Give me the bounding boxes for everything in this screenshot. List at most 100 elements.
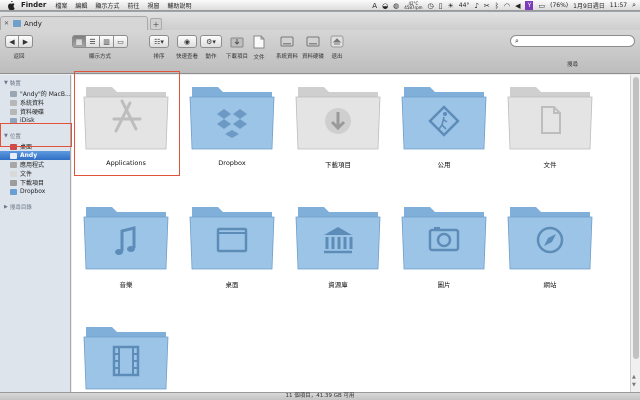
time-text[interactable]: 11:57 [610, 2, 627, 9]
sidebar-item-dropbox[interactable]: Dropbox [0, 187, 70, 196]
menu-view[interactable]: 顯示方式 [95, 1, 119, 10]
menu-app-finder[interactable]: Finder [21, 1, 46, 9]
action-button[interactable]: ⚙▾ [200, 35, 222, 48]
weather-icon[interactable]: ☀ [448, 1, 454, 10]
menu-help[interactable]: 輔助說明 [167, 1, 191, 10]
back-forward-group: ◀ ▶ 返回 [5, 35, 33, 60]
globe-icon[interactable]: ◍ [393, 1, 399, 10]
applications-icon [10, 161, 17, 168]
coverflow-view-button[interactable]: ▭ [114, 35, 128, 48]
menu-file[interactable]: 檔案 [55, 1, 67, 10]
laptop-icon [10, 90, 17, 97]
menu-go[interactable]: 前往 [127, 1, 139, 10]
bell-icon[interactable]: ♪ [474, 1, 478, 10]
quicklook-button[interactable]: ◉ [177, 35, 197, 48]
folder-item[interactable]: 下載項目 [288, 79, 388, 169]
scroll-down-arrow-icon[interactable]: ▼ [632, 382, 636, 388]
home-folder-icon [13, 20, 22, 27]
grid-icon: ▦ [75, 37, 83, 46]
menu-edit[interactable]: 編輯 [75, 1, 87, 10]
pictures-folder-icon [401, 207, 487, 270]
sidebar-annotation-box [0, 123, 72, 147]
sidebar-item-system-disk[interactable]: 系統資料 [0, 98, 70, 107]
apple-menu-icon[interactable] [6, 0, 16, 10]
wifi-icon[interactable]: ◠ [504, 1, 510, 10]
list-icon: ☰ [89, 37, 96, 46]
scroll-up-arrow-icon[interactable]: ▲ [632, 374, 636, 380]
sidebar-item-label: 下載項目 [20, 180, 45, 187]
sidebar-item-downloads[interactable]: 下載項目 [0, 178, 70, 187]
downloads-shortcut[interactable]: 下載項目 [226, 35, 248, 60]
folder-label: 公用 [437, 161, 451, 169]
home-icon [10, 152, 17, 159]
folder-item[interactable]: Dropbox [182, 79, 282, 167]
vertical-scrollbar[interactable]: ▲ ▼ [630, 75, 640, 392]
sidebar-item-macbook[interactable]: "Andy"的 MacB... [0, 89, 71, 98]
search-icon: ⌕ [515, 36, 519, 45]
toolbar: ◀ ▶ 返回 ▦ ☰ ▥ ▭ 顯示方式 ☷▾ 排序 ◉ 快速查看 ⚙▾ 動作 下… [0, 30, 640, 74]
sidebar-item-documents[interactable]: 文件 [0, 169, 70, 178]
spotlight-icon[interactable]: ⌕ [632, 1, 636, 10]
data-disk-shortcut[interactable]: 資料硬碟 [302, 35, 324, 60]
folder-item[interactable]: 音樂 [76, 199, 176, 289]
volume-icon[interactable]: ◀ [515, 1, 520, 10]
close-tab-icon[interactable]: ✕ [4, 20, 9, 27]
date-text[interactable]: 1月9日週日 [573, 1, 605, 10]
folder-item[interactable] [76, 319, 176, 399]
yahoo-icon[interactable]: Y [525, 1, 534, 10]
hard-disk-icon [306, 36, 320, 47]
search-field[interactable]: ⌕ [510, 35, 635, 47]
folder-item[interactable]: 公用 [394, 79, 494, 169]
scroll-thumb[interactable] [633, 77, 639, 359]
sidebar-header-devices[interactable]: ▼ 裝置 [4, 79, 70, 87]
folder-item[interactable]: 資源庫 [288, 199, 388, 289]
scissors-icon[interactable]: ✂ [484, 1, 490, 10]
documents-folder-icon [507, 87, 593, 150]
time-machine-icon[interactable]: ◷ [428, 1, 434, 10]
wireless-signal-icon[interactable]: ◒ [382, 1, 388, 10]
battery-icon[interactable]: ▭ [538, 1, 545, 10]
action-group: ⚙▾ 動作 [200, 35, 222, 60]
arrange-label: 排序 [153, 54, 165, 60]
forward-button[interactable]: ▶ [19, 35, 33, 48]
folder-item[interactable]: 文件 [500, 79, 600, 169]
folder-label: 下載項目 [325, 161, 351, 169]
hard-disk-icon [10, 108, 17, 115]
folder-item[interactable]: 網站 [500, 199, 600, 289]
dropbox-folder-icon [189, 87, 275, 150]
bluetooth-icon[interactable]: ᛒ [495, 1, 499, 10]
folder-item[interactable]: 圖片 [394, 199, 494, 289]
tab-title: Andy [24, 19, 42, 28]
tab-andy[interactable]: ✕ Andy [0, 16, 148, 30]
coverflow-icon: ▭ [117, 37, 124, 46]
document-icon [10, 170, 17, 177]
sidebar-item-label: Andy [20, 152, 38, 159]
sidebar-item-andy[interactable]: Andy [0, 151, 70, 160]
title-bar: ✕ Andy + [0, 12, 640, 30]
folder-label: Dropbox [218, 159, 246, 167]
menu-window[interactable]: 視窗 [147, 1, 159, 10]
devices-header-text: 裝置 [9, 81, 21, 87]
folder-item[interactable]: 桌面 [182, 199, 282, 289]
arrange-button[interactable]: ☷▾ [149, 35, 169, 48]
eject-button[interactable]: 退出 [330, 35, 344, 60]
icon-view-button[interactable]: ▦ [72, 35, 86, 48]
fan-speed-text: 4587rpm [404, 4, 423, 10]
folder-label: 桌面 [225, 281, 239, 289]
documents-shortcut[interactable]: 文件 [253, 35, 265, 61]
sidebar-item-data-disk[interactable]: 資料硬碟 [0, 107, 70, 116]
list-view-button[interactable]: ☰ [86, 35, 100, 48]
arrange-icon: ☷▾ [154, 37, 164, 46]
sidebar-header-search[interactable]: ▶ 搜尋目錄 [4, 203, 70, 211]
sensor-readout[interactable]: 42°C 4587rpm [404, 1, 423, 10]
sidebar-item-applications[interactable]: 應用程式 [0, 160, 70, 169]
column-view-button[interactable]: ▥ [100, 35, 114, 48]
adobe-icon[interactable]: A [372, 1, 377, 10]
dropbox-icon [10, 188, 17, 195]
system-disk-shortcut[interactable]: 系統資料 [276, 35, 298, 60]
menu-bar: Finder 檔案 編輯 顯示方式 前往 視窗 輔助說明 A ◒ ◍ 42°C … [0, 0, 640, 11]
new-tab-button[interactable]: + [150, 18, 162, 30]
back-button[interactable]: ◀ [5, 35, 19, 48]
phone-icon[interactable]: ▯ [439, 1, 443, 10]
document-icon [253, 35, 265, 49]
